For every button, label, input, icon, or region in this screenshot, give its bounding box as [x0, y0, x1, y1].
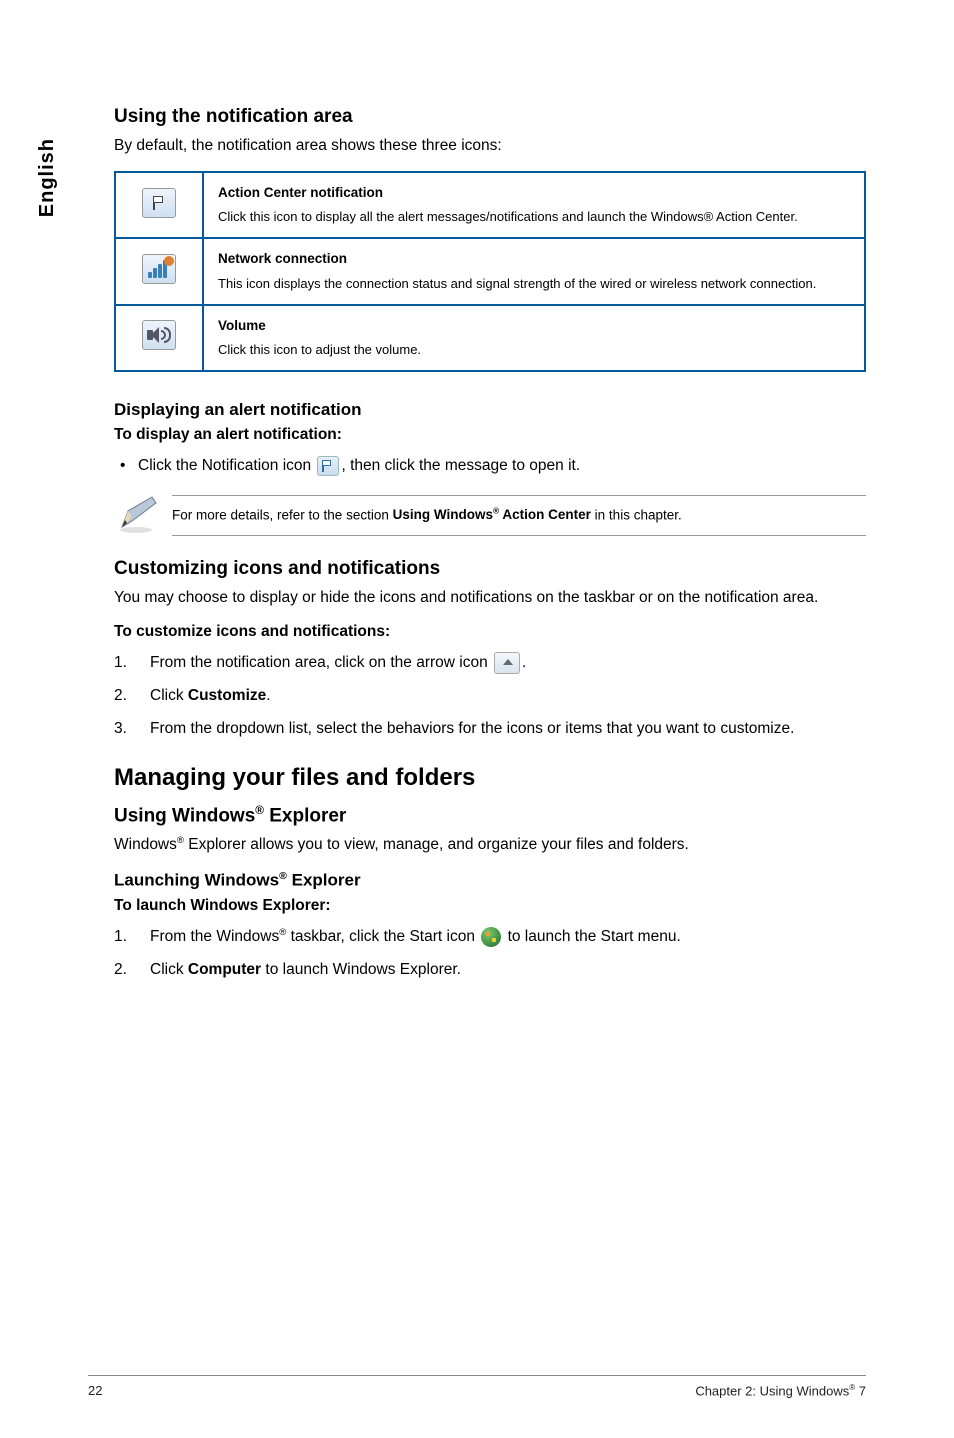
table-row: Network connection This icon displays th…: [115, 238, 865, 304]
l2-post: to launch Windows Explorer.: [261, 961, 461, 978]
heading-notification-area: Using the notification area: [114, 106, 866, 128]
network-signal-icon: [142, 254, 176, 284]
l2-pre: Click: [150, 961, 188, 978]
row3-body: Click this icon to adjust the volume.: [218, 342, 421, 357]
heading-customize: Customizing icons and notifications: [114, 558, 866, 580]
row2-body: This icon displays the connection status…: [218, 276, 816, 291]
volume-speaker-icon: [142, 320, 176, 350]
icon-cell-action-center: [115, 172, 203, 238]
note-pre: For more details, refer to the section: [172, 507, 393, 522]
s2-pre: Click: [150, 687, 188, 704]
row1-title: Action Center notification: [218, 183, 850, 203]
list-item: Click the Notification icon , then click…: [138, 454, 866, 479]
heading-launch-explorer: Launching Windows® Explorer: [114, 870, 866, 891]
para-notification-area: By default, the notification area shows …: [114, 136, 866, 157]
arrow-up-icon: [494, 652, 520, 674]
row1-body: Click this icon to display all the alert…: [218, 209, 798, 224]
text-cell-volume: Volume Click this icon to adjust the vol…: [203, 305, 865, 371]
chapter-label: Chapter 2: Using Windows® 7: [695, 1383, 866, 1398]
note-post: in this chapter.: [591, 507, 682, 522]
para-explorer: Windows® Explorer allows you to view, ma…: [114, 835, 866, 856]
text-cell-action-center: Action Center notification Click this ic…: [203, 172, 865, 238]
l2-bold: Computer: [188, 961, 261, 978]
table-row: Volume Click this icon to adjust the vol…: [115, 305, 865, 371]
text-cell-network: Network connection This icon displays th…: [203, 238, 865, 304]
l1-post: to launch the Start menu.: [508, 928, 681, 945]
bullet-text-post: , then click the message to open it.: [341, 457, 580, 474]
ol-launch: 1. From the Windows® taskbar, click the …: [114, 925, 866, 983]
page: English Using the notification area By d…: [0, 0, 954, 1438]
heading-using-explorer: Using Windows® Explorer: [114, 804, 866, 827]
language-tab: English: [36, 138, 64, 217]
notification-flag-icon: [317, 456, 339, 476]
row2-title: Network connection: [218, 249, 850, 269]
icon-cell-volume: [115, 305, 203, 371]
sub-customize: To customize icons and notifications:: [114, 623, 866, 641]
note-bold-post: Action Center: [502, 507, 591, 522]
ol-customize: 1. From the notification area, click on …: [114, 651, 866, 741]
list-item: 3.From the dropdown list, select the beh…: [114, 717, 866, 742]
note-pencil-icon: [114, 491, 164, 535]
note-block: For more details, refer to the section U…: [114, 495, 866, 536]
heading-display-alert: Displaying an alert notification: [114, 400, 866, 420]
s1-post: .: [522, 654, 526, 671]
s2-bold: Customize: [188, 687, 266, 704]
content: Using the notification area By default, …: [114, 106, 866, 982]
sub-launch: To launch Windows Explorer:: [114, 897, 866, 915]
page-number: 22: [88, 1383, 102, 1398]
sub-display-alert: To display an alert notification:: [114, 426, 866, 444]
bullet-list-alert: Click the Notification icon , then click…: [114, 454, 866, 479]
list-item: 1. From the Windows® taskbar, click the …: [114, 925, 866, 950]
list-item: 1. From the notification area, click on …: [114, 651, 866, 676]
bullet-text-pre: Click the Notification icon: [138, 457, 315, 474]
row3-title: Volume: [218, 316, 850, 336]
notification-icons-table: Action Center notification Click this ic…: [114, 171, 866, 372]
list-item: 2. Click Customize.: [114, 684, 866, 709]
table-row: Action Center notification Click this ic…: [115, 172, 865, 238]
page-footer: 22 Chapter 2: Using Windows® 7: [0, 1375, 954, 1398]
s1-pre: From the notification area, click on the…: [150, 654, 492, 671]
icon-cell-network: [115, 238, 203, 304]
note-text: For more details, refer to the section U…: [172, 495, 866, 536]
s2-post: .: [266, 687, 270, 704]
action-center-flag-icon: [142, 188, 176, 218]
note-bold-pre: Using Windows: [393, 507, 493, 522]
s3: From the dropdown list, select the behav…: [150, 717, 866, 742]
para-customize: You may choose to display or hide the ic…: [114, 588, 866, 609]
list-item: 2. Click Computer to launch Windows Expl…: [114, 958, 866, 983]
heading-managing: Managing your files and folders: [114, 764, 866, 792]
start-menu-icon: [481, 927, 501, 947]
